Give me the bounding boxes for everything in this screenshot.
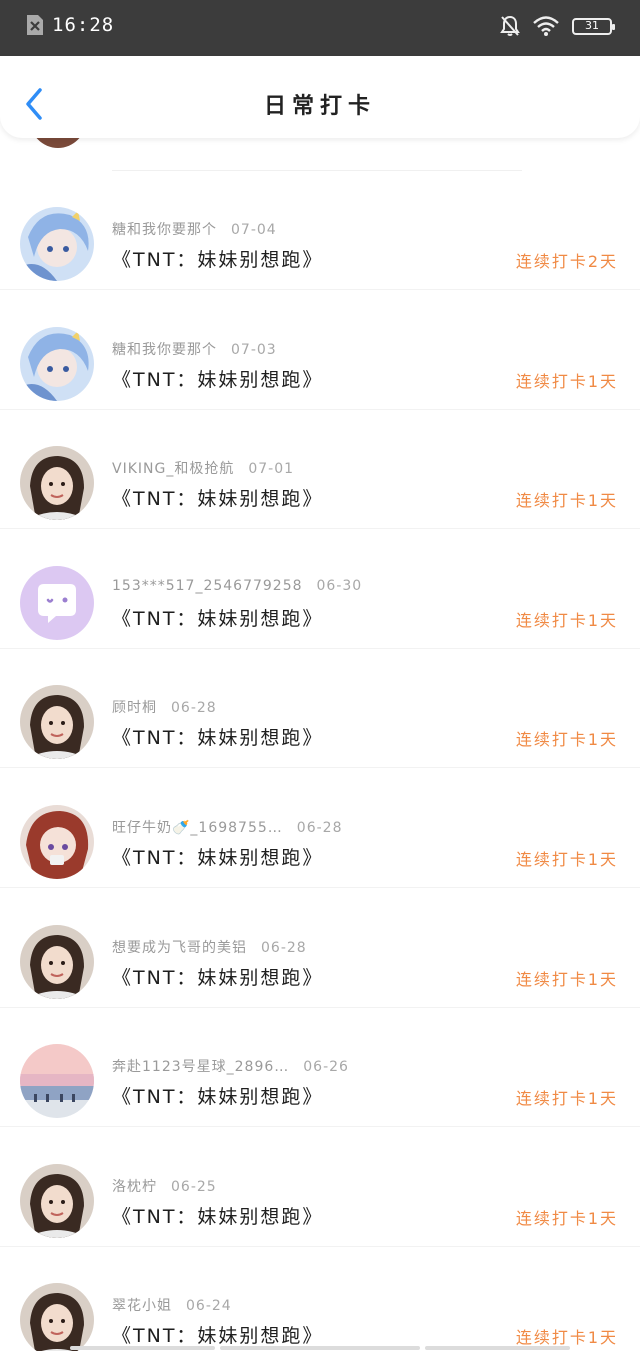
- checkin-item[interactable]: 翠花小姐 06-24 《TNT：妹妹别想跑》 连续打卡1天: [0, 1247, 640, 1351]
- book-title[interactable]: 《TNT：妹妹别想跑》: [112, 723, 323, 750]
- checkin-item[interactable]: 想要成为飞哥的美铝 06-28 《TNT：妹妹别想跑》 连续打卡1天: [0, 889, 640, 1008]
- avatar[interactable]: [20, 326, 94, 401]
- checkin-date: 07-01: [248, 461, 295, 478]
- book-title[interactable]: 《TNT：妹妹别想跑》: [112, 1202, 323, 1229]
- streak-label: 连续打卡1天: [515, 730, 618, 750]
- username[interactable]: VIKING_和极抢航: [112, 461, 234, 477]
- book-title[interactable]: 《TNT：妹妹别想跑》: [112, 843, 323, 870]
- username[interactable]: 糖和我你要那个: [112, 222, 217, 238]
- scroll-indicator: [220, 1346, 420, 1350]
- status-time: 16:28: [52, 14, 115, 36]
- item-meta: 奔赴1123号星球_2896… 06-26: [112, 1056, 349, 1076]
- item-meta: 糖和我你要那个 07-03: [112, 339, 277, 359]
- streak-label: 连续打卡1天: [515, 371, 618, 391]
- avatar[interactable]: [20, 565, 94, 640]
- checkin-date: 06-28: [296, 820, 343, 836]
- checkin-item[interactable]: 奔赴1123号星球_2896… 06-26 《TNT：妹妹别想跑》 连续打卡1天: [0, 1008, 640, 1128]
- username[interactable]: 奔赴1123号星球_2896…: [112, 1059, 289, 1075]
- item-meta: 糖和我你要那个 07-04: [112, 219, 277, 239]
- bell-muted-icon: [500, 15, 520, 36]
- username[interactable]: 糖和我你要那个: [112, 342, 217, 358]
- checkin-date: 06-24: [186, 1298, 232, 1315]
- checkin-date: 07-04: [231, 222, 277, 238]
- wifi-icon: [533, 16, 559, 36]
- item-meta: 153***517_2546779258 06-30: [112, 578, 362, 594]
- avatar[interactable]: [20, 446, 94, 521]
- checkin-item[interactable]: 糖和我你要那个 07-04 《TNT：妹妹别想跑》 连续打卡2天: [0, 171, 640, 290]
- checkin-list[interactable]: 糖和我你要那个 07-04 《TNT：妹妹别想跑》 连续打卡2天 糖和我你要那个 07-0…: [0, 138, 640, 1351]
- username[interactable]: 想要成为飞哥的美铝: [112, 940, 247, 956]
- streak-label: 连续打卡1天: [515, 491, 618, 511]
- checkin-item[interactable]: 153***517_2546779258 06-30 《TNT：妹妹别想跑》 连续打卡…: [0, 530, 640, 649]
- nav-bar: 日常打卡: [0, 56, 640, 138]
- checkin-item[interactable]: VIKING_和极抢航 07-01 《TNT：妹妹别想跑》 连续打卡1天: [0, 410, 640, 530]
- battery-icon: 31: [572, 17, 615, 35]
- username[interactable]: 153***517_2546779258: [112, 578, 303, 594]
- checkin-date: 06-25: [171, 1178, 217, 1195]
- streak-label: 连续打卡1天: [515, 1328, 618, 1348]
- page-title: 日常打卡: [263, 94, 376, 119]
- book-title[interactable]: 《TNT：妹妹别想跑》: [112, 1082, 323, 1109]
- username[interactable]: 顾时桐: [112, 700, 157, 716]
- checkin-item[interactable]: 顾时桐 06-28 《TNT：妹妹别想跑》 连续打卡1天: [0, 649, 640, 769]
- checkin-item[interactable]: 糖和我你要那个 07-03 《TNT：妹妹别想跑》 连续打卡1天: [0, 291, 640, 410]
- battery-level: 31: [585, 18, 599, 32]
- book-title[interactable]: 《TNT：妹妹别想跑》: [112, 484, 323, 511]
- avatar[interactable]: [20, 1283, 94, 1351]
- item-meta: 想要成为飞哥的美铝 06-28: [112, 937, 307, 957]
- checkin-date: 06-30: [316, 577, 363, 594]
- avatar[interactable]: [20, 805, 94, 879]
- username[interactable]: 翠花小姐: [112, 1298, 172, 1314]
- checkin-item[interactable]: 洛枕柠 06-25 《TNT：妹妹别想跑》 连续打卡1天: [0, 1128, 640, 1247]
- sim-card-icon: [27, 15, 43, 35]
- scroll-indicator: [425, 1346, 570, 1350]
- avatar[interactable]: [20, 207, 94, 281]
- checkin-date: 06-26: [303, 1059, 349, 1076]
- streak-label: 连续打卡2天: [515, 252, 618, 271]
- avatar[interactable]: [20, 924, 94, 999]
- scroll-indicator: [70, 1346, 215, 1350]
- username[interactable]: 旺仔牛奶🍼_1698755…: [112, 820, 283, 836]
- book-title[interactable]: 《TNT：妹妹别想跑》: [112, 963, 323, 990]
- checkin-date: 06-28: [261, 939, 307, 956]
- status-bar: 16:28 31: [0, 0, 640, 56]
- item-meta: 顾时桐 06-28: [112, 697, 217, 717]
- book-title[interactable]: 《TNT：妹妹别想跑》: [112, 245, 323, 272]
- book-title[interactable]: 《TNT：妹妹别想跑》: [112, 604, 323, 631]
- book-title[interactable]: 《TNT：妹妹别想跑》: [112, 365, 323, 392]
- avatar[interactable]: [20, 685, 94, 760]
- checkin-date: 06-28: [171, 700, 217, 717]
- username[interactable]: 洛枕柠: [112, 1179, 157, 1195]
- streak-label: 连续打卡1天: [515, 610, 618, 630]
- avatar[interactable]: [20, 1044, 94, 1119]
- item-meta: 翠花小姐 06-24: [112, 1295, 232, 1315]
- item-meta: 旺仔牛奶🍼_1698755… 06-28: [112, 817, 342, 837]
- item-meta: VIKING_和极抢航 07-01: [112, 458, 294, 478]
- streak-label: 连续打卡1天: [515, 969, 618, 989]
- book-title[interactable]: 《TNT：妹妹别想跑》: [112, 1321, 323, 1348]
- streak-label: 连续打卡1天: [515, 1089, 618, 1109]
- avatar[interactable]: [20, 1163, 94, 1238]
- checkin-date: 07-03: [231, 341, 277, 358]
- checkin-item[interactable]: 旺仔牛奶🍼_1698755… 06-28 《TNT：妹妹别想跑》 连续打卡1天: [0, 769, 640, 888]
- streak-label: 连续打卡1天: [515, 850, 618, 869]
- item-meta: 洛枕柠 06-25: [112, 1176, 217, 1196]
- streak-label: 连续打卡1天: [515, 1208, 618, 1228]
- avatar: [30, 138, 86, 148]
